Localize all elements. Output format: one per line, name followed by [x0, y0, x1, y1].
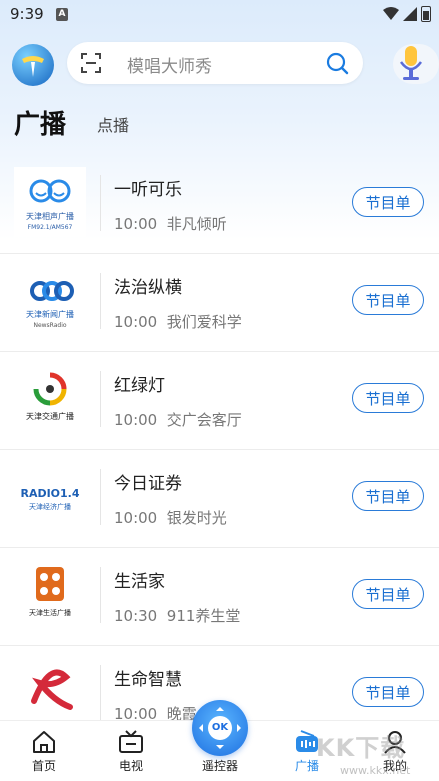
logo-text-line-1: 天津生活广播	[29, 608, 71, 617]
station-now-playing: 10:00 我们爱科学	[114, 311, 242, 332]
program-name: 银发时光	[166, 509, 227, 527]
nav-label: 首页	[31, 759, 56, 773]
wifi-icon	[383, 7, 399, 20]
nav-label: 遥控器	[201, 759, 238, 773]
watermark-url: www.kkx.net	[340, 764, 411, 777]
list-item[interactable]: 天津生活广播 生活家 10:30 911养生堂 节目单	[0, 547, 439, 646]
crosstalk-radio-logo-icon: 天津相声广播 FM92.1/AM567	[26, 179, 74, 231]
station-name: 今日证券	[114, 474, 182, 494]
program-list-button[interactable]: 节目单	[352, 677, 424, 707]
logo-text-line-2: FM92.1/AM567	[28, 224, 73, 231]
culture-radio-logo-icon	[31, 669, 73, 710]
station-name: 生活家	[114, 572, 165, 592]
station-now-playing: 10:00 银发时光	[114, 507, 227, 528]
program-list-button[interactable]: 节目单	[352, 187, 424, 217]
station-now-playing: 10:00 非凡倾听	[114, 213, 227, 234]
program-time: 10:00	[114, 509, 158, 527]
search-input[interactable]: 模唱大师秀	[127, 52, 212, 77]
station-logo	[14, 657, 86, 727]
home-icon	[33, 731, 55, 753]
app-logo[interactable]	[12, 44, 54, 86]
station-logo: 天津生活广播	[14, 559, 86, 629]
program-name: 我们爱科学	[166, 313, 242, 331]
station-logo: 天津相声广播 FM92.1/AM567	[14, 167, 86, 237]
list-item[interactable]: 天津新闻广播 NewsRadio 法治纵横 10:00 我们爱科学 节目单	[0, 253, 439, 352]
station-name: 一听可乐	[114, 180, 182, 200]
search-icon[interactable]	[325, 51, 349, 75]
program-list-button[interactable]: 节目单	[352, 481, 424, 511]
program-list-button[interactable]: 节目单	[352, 579, 424, 609]
station-logo: RADIO1.4 天津经济广播	[14, 461, 86, 531]
station-logo: 天津新闻广播 NewsRadio	[14, 265, 86, 335]
station-now-playing: 10:00 交广会客厅	[114, 409, 242, 430]
program-name: 交广会客厅	[166, 411, 242, 429]
battery-icon	[421, 6, 431, 22]
divider	[100, 273, 101, 329]
station-name: 红绿灯	[114, 376, 165, 396]
divider	[100, 371, 101, 427]
program-list-button[interactable]: 节目单	[352, 285, 424, 315]
news-radio-logo-icon: 天津新闻广播 NewsRadio	[26, 281, 74, 329]
list-item[interactable]: RADIO1.4 天津经济广播 今日证券 10:00 银发时光 节目单	[0, 449, 439, 548]
logo-text-line-2: NewsRadio	[33, 322, 66, 329]
remote-control-button[interactable]: OK	[192, 700, 248, 756]
nav-tv[interactable]: 电视	[101, 721, 161, 781]
sim-icon: A	[56, 8, 68, 21]
signal-icon	[403, 7, 417, 21]
watermark-logo: KK下载	[316, 734, 406, 762]
arrow-right-icon	[237, 724, 245, 732]
program-time: 10:00	[114, 411, 158, 429]
divider	[100, 665, 101, 721]
list-item[interactable]: 天津相声广播 FM92.1/AM567 一听可乐 10:00 非凡倾听 节目单	[0, 155, 439, 254]
program-time: 10:00	[114, 215, 158, 233]
nav-label: 电视	[118, 759, 143, 773]
status-time: 9:39	[10, 5, 44, 23]
list-item[interactable]: 天津交通广播 红绿灯 10:00 交广会客厅 节目单	[0, 351, 439, 450]
traffic-radio-logo-icon: 天津交通广播	[26, 372, 74, 421]
nav-home[interactable]: 首页	[14, 721, 74, 781]
status-bar: 9:39 A	[0, 0, 439, 30]
station-now-playing: 10:30 911养生堂	[114, 605, 240, 626]
program-name: 非凡倾听	[166, 215, 227, 233]
scan-icon[interactable]	[81, 53, 101, 73]
logo-text-line-1: 天津交通广播	[26, 411, 74, 421]
logo-mark-icon	[22, 56, 44, 77]
tab-broadcast[interactable]: 广播	[14, 104, 66, 141]
station-name: 法治纵横	[114, 278, 182, 298]
economy-radio-logo-icon: RADIO1.4 天津经济广播	[20, 487, 79, 511]
program-list-button[interactable]: 节目单	[352, 383, 424, 413]
life-radio-logo-icon: 天津生活广播	[29, 567, 71, 617]
arrow-down-icon	[216, 745, 224, 753]
program-name: 911养生堂	[166, 607, 241, 625]
logo-text-line-1: 天津新闻广播	[26, 309, 74, 319]
station-name: 生命智慧	[114, 670, 182, 690]
divider	[100, 175, 101, 231]
program-time: 10:30	[114, 607, 158, 625]
voice-mic-icon[interactable]	[383, 42, 439, 86]
divider	[100, 469, 101, 525]
arrow-up-icon	[216, 703, 224, 711]
logo-text-line-2: 天津经济广播	[29, 502, 71, 511]
program-time: 10:00	[114, 313, 158, 331]
search-bar[interactable]: 模唱大师秀	[67, 42, 363, 84]
arrow-left-icon	[195, 724, 203, 732]
logo-text-line-1: 天津相声广播	[26, 211, 74, 221]
ok-button-label: OK	[208, 716, 232, 740]
logo-text-line-1: RADIO1.4	[20, 487, 79, 500]
station-logo: 天津交通广播	[14, 363, 86, 433]
divider	[100, 567, 101, 623]
tv-icon	[119, 730, 143, 753]
tab-on-demand[interactable]: 点播	[97, 112, 129, 136]
